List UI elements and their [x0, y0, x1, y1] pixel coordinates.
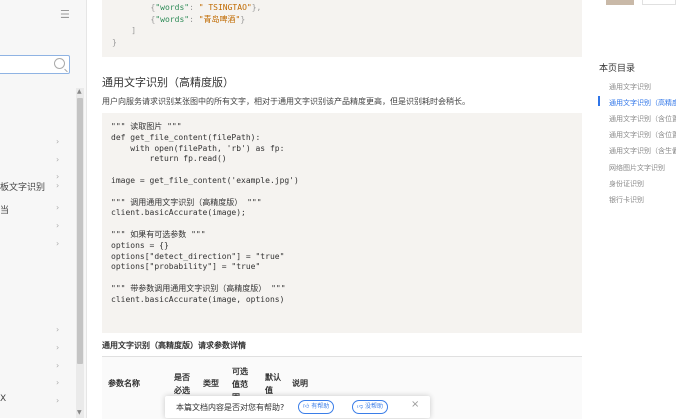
chevron-right-icon[interactable]: › — [56, 361, 59, 370]
search-input[interactable] — [0, 55, 70, 74]
header-box — [642, 0, 676, 5]
code-block-response: {"words": " TSINGTAO"}, {"words": "青岛啤酒"… — [102, 0, 582, 57]
sidebar-item-template-ocr[interactable]: 板文字识别 — [0, 180, 45, 193]
table-header-type: 类型 — [203, 379, 219, 388]
toc-item[interactable]: 网络图片文字识别 — [609, 163, 665, 173]
chevron-right-icon[interactable]: › — [56, 137, 59, 146]
menu-icon[interactable]: ☰ — [60, 8, 70, 21]
sidebar-item[interactable]: 当 — [0, 203, 9, 216]
avatar[interactable] — [606, 0, 634, 5]
table-header-desc: 说明 — [292, 379, 308, 388]
chevron-right-icon[interactable]: › — [56, 239, 59, 248]
chevron-right-icon[interactable]: › — [56, 172, 59, 181]
thumbs-up-icon: 👍︎ — [303, 403, 312, 410]
helpful-label: 有帮助 — [311, 403, 330, 410]
sidebar-scrollbar[interactable]: ▲ ▼ — [76, 88, 84, 418]
code-token: "words" — [155, 3, 190, 12]
chevron-right-icon[interactable]: › — [56, 378, 59, 387]
sidebar-item[interactable]: X — [0, 394, 6, 404]
section-description: 用户向服务请求识别某张图中的所有文字，相对于通用文字识别该产品精度更高，但是识别… — [102, 97, 470, 106]
scroll-up-icon[interactable]: ▲ — [77, 88, 82, 95]
toc-item[interactable]: 通用文字识别（含位置 — [609, 114, 676, 124]
section-title: 通用文字识别（高精度版） — [102, 76, 234, 89]
left-sidebar: ☰ › › › 板文字识别 › 当 › › › › › › › X › ▲ ▼ — [0, 0, 87, 418]
code-token: "words" — [155, 14, 190, 24]
toc-active-indicator — [598, 96, 600, 106]
toc-item[interactable]: 通用文字识别（含位置 — [609, 130, 676, 140]
table-header-required: 是否必选 — [174, 373, 190, 395]
table-header-name: 参数名称 — [108, 379, 140, 388]
helpful-button[interactable]: 👍︎ 有帮助 — [298, 400, 335, 414]
scrollbar-thumb[interactable] — [77, 98, 83, 364]
not-helpful-label: 没帮助 — [365, 403, 384, 410]
code-token: } — [112, 37, 117, 47]
code-token: ] — [131, 26, 137, 35]
feedback-bar: 本篇文档内容是否对您有帮助? 👍︎ 有帮助 👎︎ 没帮助 × — [165, 396, 430, 418]
scroll-down-icon[interactable]: ▼ — [77, 409, 82, 416]
chevron-right-icon[interactable]: › — [56, 343, 59, 352]
not-helpful-button[interactable]: 👎︎ 没帮助 — [352, 400, 389, 414]
toc-item[interactable]: 通用文字识别（含生僻 — [609, 146, 676, 156]
chevron-right-icon[interactable]: › — [56, 396, 59, 405]
toc-item-active[interactable]: 通用文字识别（高精度 — [609, 98, 676, 108]
toc-item[interactable]: 身份证识别 — [609, 179, 644, 189]
params-title: 通用文字识别（高精度版）请求参数详情 — [102, 341, 246, 350]
toc-item[interactable]: 银行卡识别 — [609, 195, 644, 205]
close-icon[interactable]: × — [411, 399, 419, 410]
code-text: """ 读取图片 """ def get_file_content(filePa… — [111, 122, 299, 304]
table-header-default: 默认值 — [265, 373, 281, 395]
chevron-right-icon[interactable]: › — [56, 325, 59, 334]
code-token: " TSINGTAO" — [198, 3, 252, 12]
code-block-example: """ 读取图片 """ def get_file_content(filePa… — [102, 113, 582, 333]
search-icon[interactable] — [54, 58, 65, 69]
chevron-right-icon[interactable]: › — [56, 221, 59, 230]
thumbs-down-icon: 👎︎ — [357, 403, 365, 410]
toc-item[interactable]: 通用文字识别 — [609, 82, 651, 92]
chevron-right-icon[interactable]: › — [56, 181, 59, 190]
chevron-right-icon[interactable]: › — [56, 155, 59, 164]
code-token: "青岛啤酒" — [198, 14, 241, 24]
toc-title: 本页目录 — [599, 64, 636, 74]
chevron-down-icon[interactable]: › — [56, 203, 59, 212]
feedback-question: 本篇文档内容是否对您有帮助? — [176, 403, 285, 412]
